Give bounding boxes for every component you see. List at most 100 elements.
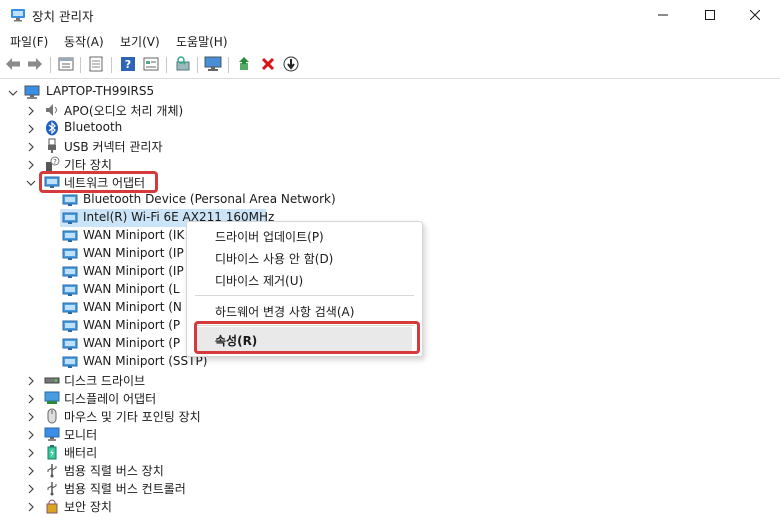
maximize-button[interactable] (687, 0, 733, 30)
menu-action[interactable]: 동작(A) (64, 33, 104, 50)
chevron-right-icon[interactable] (26, 411, 36, 422)
forward-button[interactable] (26, 56, 44, 74)
menu-view[interactable]: 보기(V) (120, 33, 160, 50)
bluetooth-icon (44, 120, 60, 136)
battery-icon (44, 444, 60, 460)
network-adapter-icon (62, 264, 78, 280)
tree-category-display-adapters[interactable]: 디스플레이 어댑터 (0, 389, 780, 407)
tree-category-usb-connector[interactable]: USB 커넥터 관리자 (0, 137, 780, 155)
tree-category-label: APO(오디오 처리 개체) (64, 104, 184, 118)
network-adapter-icon (62, 336, 78, 352)
scan-hardware-button[interactable] (174, 55, 192, 74)
svg-text:?: ? (53, 158, 57, 166)
disk-drive-icon (44, 372, 60, 388)
title-bar: 장치 관리자 (0, 0, 780, 30)
context-scan-hardware[interactable]: 하드웨어 변경 사항 검색(A) (215, 303, 354, 320)
help-button[interactable]: ? (119, 56, 137, 74)
tree-category-label: USB 커넥터 관리자 (64, 140, 163, 154)
disable-device-icon (283, 56, 299, 75)
chevron-right-icon[interactable] (26, 141, 36, 152)
chevron-right-icon[interactable] (26, 123, 36, 134)
chevron-right-icon[interactable] (26, 483, 36, 494)
tree-category-usb-controllers[interactable]: 범용 직렬 버스 컨트롤러 (0, 479, 780, 497)
help-icon: ? (120, 56, 136, 75)
network-child-label: WAN Miniport (N (83, 300, 182, 314)
tree-category-apo[interactable]: APO(오디오 처리 개체) (0, 101, 780, 119)
tree-category-label: 배터리 (64, 446, 98, 460)
toolbar-separator (166, 57, 167, 73)
tree-category-label: 범용 직렬 버스 장치 (64, 464, 164, 478)
document-icon (89, 56, 103, 75)
context-uninstall-device[interactable]: 디바이스 제거(U) (215, 272, 303, 289)
chevron-right-icon[interactable] (26, 465, 36, 476)
chevron-right-icon[interactable] (26, 447, 36, 458)
toolbar: ? (0, 52, 780, 79)
tree-category-security-devices[interactable]: 보안 장치 (0, 497, 780, 515)
unknown-device-icon: ? (44, 156, 60, 172)
tree-root[interactable]: LAPTOP-TH99IRS5 (0, 83, 780, 101)
network-adapter-icon (62, 228, 78, 244)
chevron-right-icon[interactable] (26, 429, 36, 440)
computer-icon (24, 84, 40, 100)
tree-category-label: 보안 장치 (64, 500, 112, 514)
forward-arrow-icon (27, 57, 43, 74)
network-child-label: Bluetooth Device (Personal Area Network) (83, 192, 336, 206)
maximize-icon (705, 10, 715, 20)
network-adapter-icon (62, 246, 78, 262)
network-adapter-icon (62, 282, 78, 298)
network-child-label: WAN Miniport (P (83, 336, 181, 350)
back-button[interactable] (4, 56, 22, 74)
window-title: 장치 관리자 (32, 9, 94, 24)
disable-device-button[interactable] (282, 56, 300, 74)
menu-file[interactable]: 파일(F) (10, 33, 48, 50)
context-disable-device[interactable]: 디바이스 사용 안 함(D) (215, 250, 333, 267)
tree-category-batteries[interactable]: 배터리 (0, 443, 780, 461)
view-icon (143, 57, 159, 74)
properties-highlight (194, 321, 420, 354)
network-adapter-icon (62, 300, 78, 316)
display-adapter-icon (44, 390, 60, 406)
uninstall-button[interactable] (259, 56, 277, 74)
chevron-right-icon[interactable] (26, 393, 36, 404)
toolbar-separator (50, 57, 51, 73)
update-driver-button[interactable] (236, 56, 254, 74)
document-button[interactable] (87, 56, 105, 74)
back-arrow-icon (5, 57, 21, 74)
menu-help[interactable]: 도움말(H) (176, 33, 228, 50)
tree-category-label: 디스플레이 어댑터 (64, 392, 157, 406)
chevron-right-icon[interactable] (26, 375, 36, 386)
network-adapter-icon (62, 210, 78, 226)
network-child-bluetooth-pan[interactable]: Bluetooth Device (Personal Area Network) (0, 191, 780, 209)
tree-category-usb-devices[interactable]: 범용 직렬 버스 장치 (0, 461, 780, 479)
view-button[interactable] (142, 56, 160, 74)
usb-icon (44, 480, 60, 496)
tree-category-mice[interactable]: 마우스 및 기타 포인팅 장치 (0, 407, 780, 425)
close-button[interactable] (732, 0, 778, 30)
uninstall-x-icon (261, 57, 275, 74)
network-child-label: WAN Miniport (L (83, 282, 180, 296)
chevron-down-icon[interactable] (26, 177, 36, 187)
close-icon (750, 10, 760, 20)
monitor-icon (204, 56, 222, 75)
tree-category-monitors[interactable]: 모니터 (0, 425, 780, 443)
tree-category-disk-drives[interactable]: 디스크 드라이브 (0, 371, 780, 389)
context-update-driver[interactable]: 드라이버 업데이트(P) (215, 228, 324, 245)
tree-category-bluetooth[interactable]: Bluetooth (0, 119, 780, 137)
properties-button[interactable] (57, 56, 75, 74)
chevron-right-icon[interactable] (26, 501, 36, 512)
usb-icon (44, 462, 60, 478)
chevron-down-icon[interactable] (8, 87, 18, 97)
toolbar-separator (80, 57, 81, 73)
monitor-button[interactable] (204, 56, 222, 74)
toolbar-separator (197, 57, 198, 73)
toolbar-separator (228, 57, 229, 73)
network-adapter-icon (62, 318, 78, 334)
tree-category-label: 모니터 (64, 428, 98, 442)
context-separator (195, 295, 414, 296)
chevron-right-icon[interactable] (26, 105, 36, 116)
toolbar-separator (111, 57, 112, 73)
minimize-button[interactable] (640, 0, 686, 30)
network-child-label: WAN Miniport (P (83, 318, 181, 332)
network-child-label: WAN Miniport (IK (83, 228, 185, 242)
chevron-right-icon[interactable] (26, 159, 36, 170)
